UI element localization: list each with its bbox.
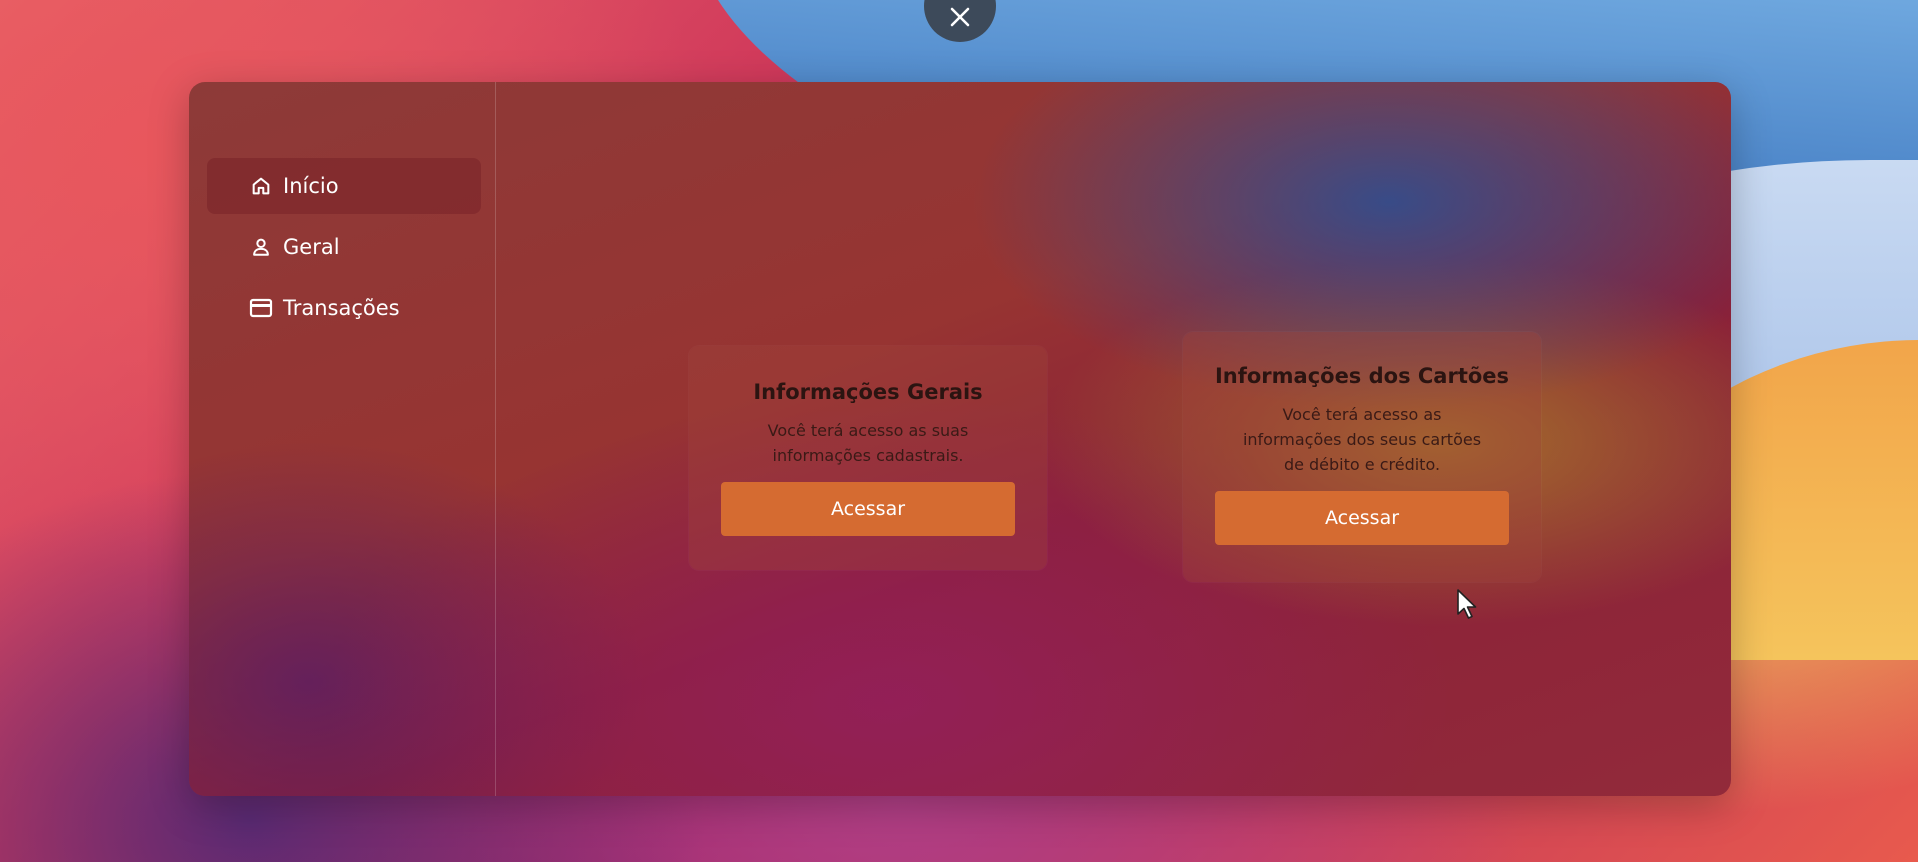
- card-description: Você terá acesso as informações dos seus…: [1242, 405, 1482, 474]
- mouse-cursor-icon: [1456, 588, 1478, 620]
- home-icon: [249, 174, 273, 198]
- sidebar-item-inicio[interactable]: Início: [207, 158, 481, 214]
- card-informacoes-gerais: Informações Gerais Você terá acesso as s…: [689, 346, 1047, 570]
- acessar-cartoes-button[interactable]: Acessar: [1215, 491, 1509, 545]
- desktop-wallpaper: Início Geral Transações Informações Gera…: [0, 0, 1918, 862]
- sidebar: Início Geral Transações: [189, 82, 496, 796]
- sidebar-nav: Início Geral Transações: [207, 158, 481, 341]
- sidebar-item-transacoes[interactable]: Transações: [207, 280, 481, 336]
- card-title: Informações Gerais: [753, 380, 983, 404]
- close-icon: [949, 6, 971, 28]
- credit-card-icon: [249, 296, 273, 320]
- sidebar-item-label: Geral: [283, 235, 340, 259]
- sidebar-item-geral[interactable]: Geral: [207, 219, 481, 275]
- user-icon: [249, 235, 273, 259]
- sidebar-item-label: Início: [283, 174, 339, 198]
- main-panel: Início Geral Transações Informações Gera…: [189, 82, 1731, 796]
- card-informacoes-cartoes: Informações dos Cartões Você terá acesso…: [1183, 332, 1541, 582]
- acessar-gerais-button[interactable]: Acessar: [721, 482, 1015, 536]
- card-description: Você terá acesso as suas informações cad…: [767, 421, 969, 465]
- card-title: Informações dos Cartões: [1214, 364, 1510, 388]
- sidebar-item-label: Transações: [283, 296, 400, 320]
